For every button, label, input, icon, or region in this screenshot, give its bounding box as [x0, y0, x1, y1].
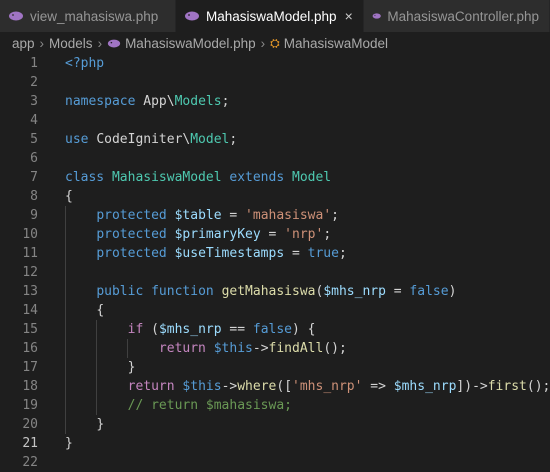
line-number: 1: [30, 56, 38, 71]
code-text: namespace App\Models;: [65, 94, 230, 109]
line-number: 16: [22, 341, 38, 356]
code-text: {: [96, 303, 105, 318]
indent-guide: [96, 320, 98, 415]
code-editor[interactable]: 1 <?php 2 3 namespace App\Models; 4 5 use CodeI…: [0, 54, 550, 470]
code-line[interactable]: 1 <?php: [0, 54, 550, 73]
code-line[interactable]: 13 public function getMahasiswa($mhs_nrp…: [0, 282, 550, 301]
code-line[interactable]: 17 }: [0, 358, 550, 377]
code-text: }: [65, 436, 73, 451]
code-text: protected $table = 'mahasiswa';: [96, 208, 339, 223]
breadcrumb-item-class[interactable]: MahasiswaModel: [284, 36, 388, 51]
breadcrumb-separator: ›: [260, 35, 266, 51]
line-number: 11: [22, 246, 38, 261]
code-text: <?php: [65, 56, 105, 71]
line-number: 19: [22, 398, 38, 413]
tab-label: MahasiswaModel.php: [206, 8, 337, 24]
line-number: 22: [22, 455, 38, 470]
line-number: 17: [22, 360, 38, 375]
line-number: 3: [30, 94, 38, 109]
line-number: 8: [30, 189, 38, 204]
code-line[interactable]: 12: [0, 263, 550, 282]
code-line[interactable]: 11 protected $useTimestamps = true;: [0, 244, 550, 263]
code-text: public function getMahasiswa($mhs_nrp = …: [96, 284, 457, 299]
code-line[interactable]: 10 protected $primaryKey = 'nrp';: [0, 225, 550, 244]
code-text: class MahasiswaModel extends Model: [65, 170, 332, 185]
breadcrumb: app › Models › MahasiswaModel.php › ⛭ Ma…: [0, 32, 550, 54]
close-icon[interactable]: ×: [345, 8, 353, 24]
code-line[interactable]: 3 namespace App\Models;: [0, 92, 550, 111]
code-text: protected $useTimestamps = true;: [96, 246, 347, 261]
code-line[interactable]: 22: [0, 453, 550, 472]
line-number: 18: [22, 379, 38, 394]
php-elephant-icon: [9, 11, 23, 21]
line-number: 4: [30, 113, 38, 128]
code-line[interactable]: 6: [0, 149, 550, 168]
tab-mahasiswa-controller[interactable]: MahasiswaController.php: [364, 0, 550, 32]
code-line[interactable]: 15 if ($mhs_nrp == false) {: [0, 320, 550, 339]
line-number: 5: [30, 132, 38, 147]
code-line[interactable]: 8{: [0, 187, 550, 206]
tab-mahasiswa-model[interactable]: MahasiswaModel.php ×: [176, 0, 364, 32]
indent-guide: [127, 339, 129, 358]
line-number: 2: [30, 75, 38, 90]
line-number: 20: [22, 417, 38, 432]
code-text: return $this->findAll();: [158, 341, 347, 356]
line-number: 9: [30, 208, 38, 223]
line-number: 7: [30, 170, 38, 185]
line-number: 12: [22, 265, 38, 280]
breadcrumb-separator: ›: [39, 35, 45, 51]
line-number: 14: [22, 303, 38, 318]
code-text: return $this->where(['mhs_nrp' => $mhs_n…: [127, 379, 550, 394]
code-line[interactable]: 21}: [0, 434, 550, 453]
php-elephant-icon: [107, 39, 121, 47]
code-text: }: [127, 360, 136, 375]
code-text: }: [96, 417, 105, 432]
code-text: {: [65, 189, 73, 204]
php-elephant-icon: [372, 13, 381, 19]
code-line[interactable]: 7 class MahasiswaModel extends Model: [0, 168, 550, 187]
code-line[interactable]: 5 use CodeIgniter\Model;: [0, 130, 550, 149]
line-number: 21: [22, 436, 38, 451]
class-symbol-icon: ⛭: [270, 35, 280, 50]
line-number: 15: [22, 322, 38, 337]
code-line[interactable]: 19 // return $mahasiswa;: [0, 396, 550, 415]
tab-label: view_mahasiswa.php: [30, 8, 159, 24]
code-line[interactable]: 9 protected $table = 'mahasiswa';: [0, 206, 550, 225]
code-line[interactable]: 2: [0, 73, 550, 92]
code-line[interactable]: 16 return $this->findAll();: [0, 339, 550, 358]
code-line[interactable]: 4: [0, 111, 550, 130]
line-number: 10: [22, 227, 38, 242]
code-line[interactable]: 18 return $this->where(['mhs_nrp' => $mh…: [0, 377, 550, 396]
code-text: protected $primaryKey = 'nrp';: [96, 227, 332, 242]
code-text: if ($mhs_nrp == false) {: [127, 322, 316, 337]
breadcrumb-item-app[interactable]: app: [12, 36, 35, 51]
breadcrumb-separator: ›: [97, 35, 103, 51]
php-elephant-icon: [185, 11, 199, 21]
tab-view-mahasiswa[interactable]: view_mahasiswa.php: [0, 0, 176, 32]
indent-guide: [65, 206, 66, 434]
code-line[interactable]: 14 {: [0, 301, 550, 320]
tab-label: MahasiswaController.php: [387, 8, 539, 24]
code-text: use CodeIgniter\Model;: [65, 132, 238, 147]
code-line[interactable]: 20 }: [0, 415, 550, 434]
line-number: 6: [30, 151, 38, 166]
line-number: 13: [22, 284, 38, 299]
breadcrumb-item-file[interactable]: MahasiswaModel.php: [125, 36, 256, 51]
breadcrumb-item-models[interactable]: Models: [49, 36, 93, 51]
code-text: // return $mahasiswa;: [127, 398, 292, 413]
tab-bar: view_mahasiswa.php MahasiswaModel.php × …: [0, 0, 550, 32]
